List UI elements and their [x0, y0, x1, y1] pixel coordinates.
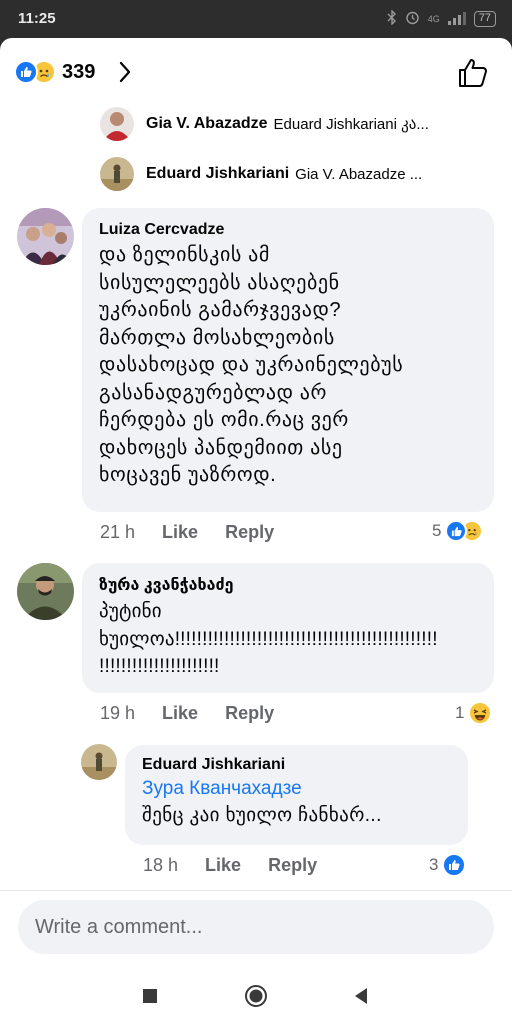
avatar[interactable] [17, 563, 74, 620]
comment-like-button[interactable]: Like [205, 855, 241, 876]
comment-actions: 19 h Like Reply [100, 703, 274, 724]
comment-actions: 18 h Like Reply [143, 855, 317, 876]
alarm-icon [405, 10, 420, 28]
navigation-bar [0, 968, 512, 1024]
comment-reaction-count: 1 [455, 703, 465, 722]
reply-snippet: Gia V. Abazadze ... [295, 165, 423, 183]
mention-link[interactable]: Зура Кванчахадзе [142, 778, 451, 800]
home-button[interactable] [241, 982, 271, 1010]
chevron-right-icon[interactable] [118, 60, 132, 89]
comments-sheet: 339 Gia V. Abazadze Eduard Jishkariani კ… [0, 38, 512, 968]
reply-snippet: Eduard Jishkariani კა... [273, 116, 429, 133]
comment-reaction-count: 3 [429, 855, 439, 874]
reaction-summary[interactable]: 339 [14, 60, 95, 84]
comment-reaction-count: 5 [432, 521, 442, 540]
like-reaction-icon [442, 853, 467, 877]
battery-level: 77 [473, 11, 496, 27]
haha-reaction-icon [468, 701, 493, 725]
comment-bubble[interactable]: Luiza Cercvadze და ზელინსკის ამ სისულელე… [82, 208, 494, 512]
avatar[interactable] [17, 208, 74, 265]
status-icons: 4G 77 [387, 9, 496, 28]
comment-text: შენც კაი ხუილო ჩანხარ... [142, 805, 382, 826]
comment-reactions[interactable]: 1 [455, 701, 493, 725]
comment-like-button[interactable]: Like [162, 522, 198, 543]
reply-author-name[interactable]: Eduard Jishkariani [146, 165, 289, 183]
comment-reply-button[interactable]: Reply [268, 855, 317, 876]
reaction-count: 339 [62, 60, 96, 83]
like-reaction-icon [14, 60, 38, 84]
recents-button[interactable] [135, 982, 165, 1010]
reply-preview[interactable]: Eduard Jishkariani Gia V. Abazadze ... [100, 156, 422, 192]
comment-text: და ზელინსკის ამ სისულელეებს ასაღებენ უკრ… [99, 244, 404, 486]
comment-reply-button[interactable]: Reply [225, 703, 274, 724]
comment-reply-button[interactable]: Reply [225, 522, 274, 543]
comment-timestamp[interactable]: 19 h [100, 703, 135, 724]
avatar[interactable] [100, 107, 134, 141]
comment-input[interactable] [18, 900, 494, 954]
like-post-button[interactable] [456, 56, 490, 95]
reply-preview[interactable]: Gia V. Abazadze Eduard Jishkariani კა... [100, 106, 429, 142]
back-button[interactable] [346, 982, 376, 1010]
reactions-header: 339 [0, 38, 512, 106]
comment-reactions[interactable]: 3 [429, 853, 467, 877]
network-type: 4G [427, 13, 440, 24]
comment-bubble[interactable]: ზურა კვანჭახაძე პუტინი ხუილოა!!!!!!!!!!!… [82, 563, 494, 693]
comment-actions: 21 h Like Reply [100, 522, 274, 543]
comment-like-button[interactable]: Like [162, 703, 198, 724]
avatar[interactable] [100, 157, 134, 191]
status-time: 11:25 [18, 10, 56, 27]
comment-timestamp[interactable]: 21 h [100, 522, 135, 543]
bluetooth-icon [387, 9, 397, 28]
avatar[interactable] [81, 744, 117, 780]
reply-author-name[interactable]: Gia V. Abazadze [146, 115, 268, 133]
comment-author-name[interactable]: Luiza Cercvadze [99, 221, 477, 239]
comment-text: პუტინი ხუილოა!!!!!!!!!!!!!!!!!!!!!!!!!!!… [99, 601, 438, 677]
comment-timestamp[interactable]: 18 h [143, 855, 178, 876]
status-bar: 11:25 4G 77 [0, 0, 512, 38]
comment-bubble[interactable]: Eduard Jishkariani Зура Кванчахадзе შენც… [125, 745, 468, 845]
comment-author-name[interactable]: Eduard Jishkariani [142, 756, 451, 774]
comment-author-name[interactable]: ზურა კვანჭახაძე [99, 575, 477, 595]
signal-icon [447, 11, 466, 28]
divider [0, 890, 512, 891]
comment-composer[interactable] [18, 900, 494, 954]
comment-reactions[interactable]: 5 [432, 520, 484, 542]
